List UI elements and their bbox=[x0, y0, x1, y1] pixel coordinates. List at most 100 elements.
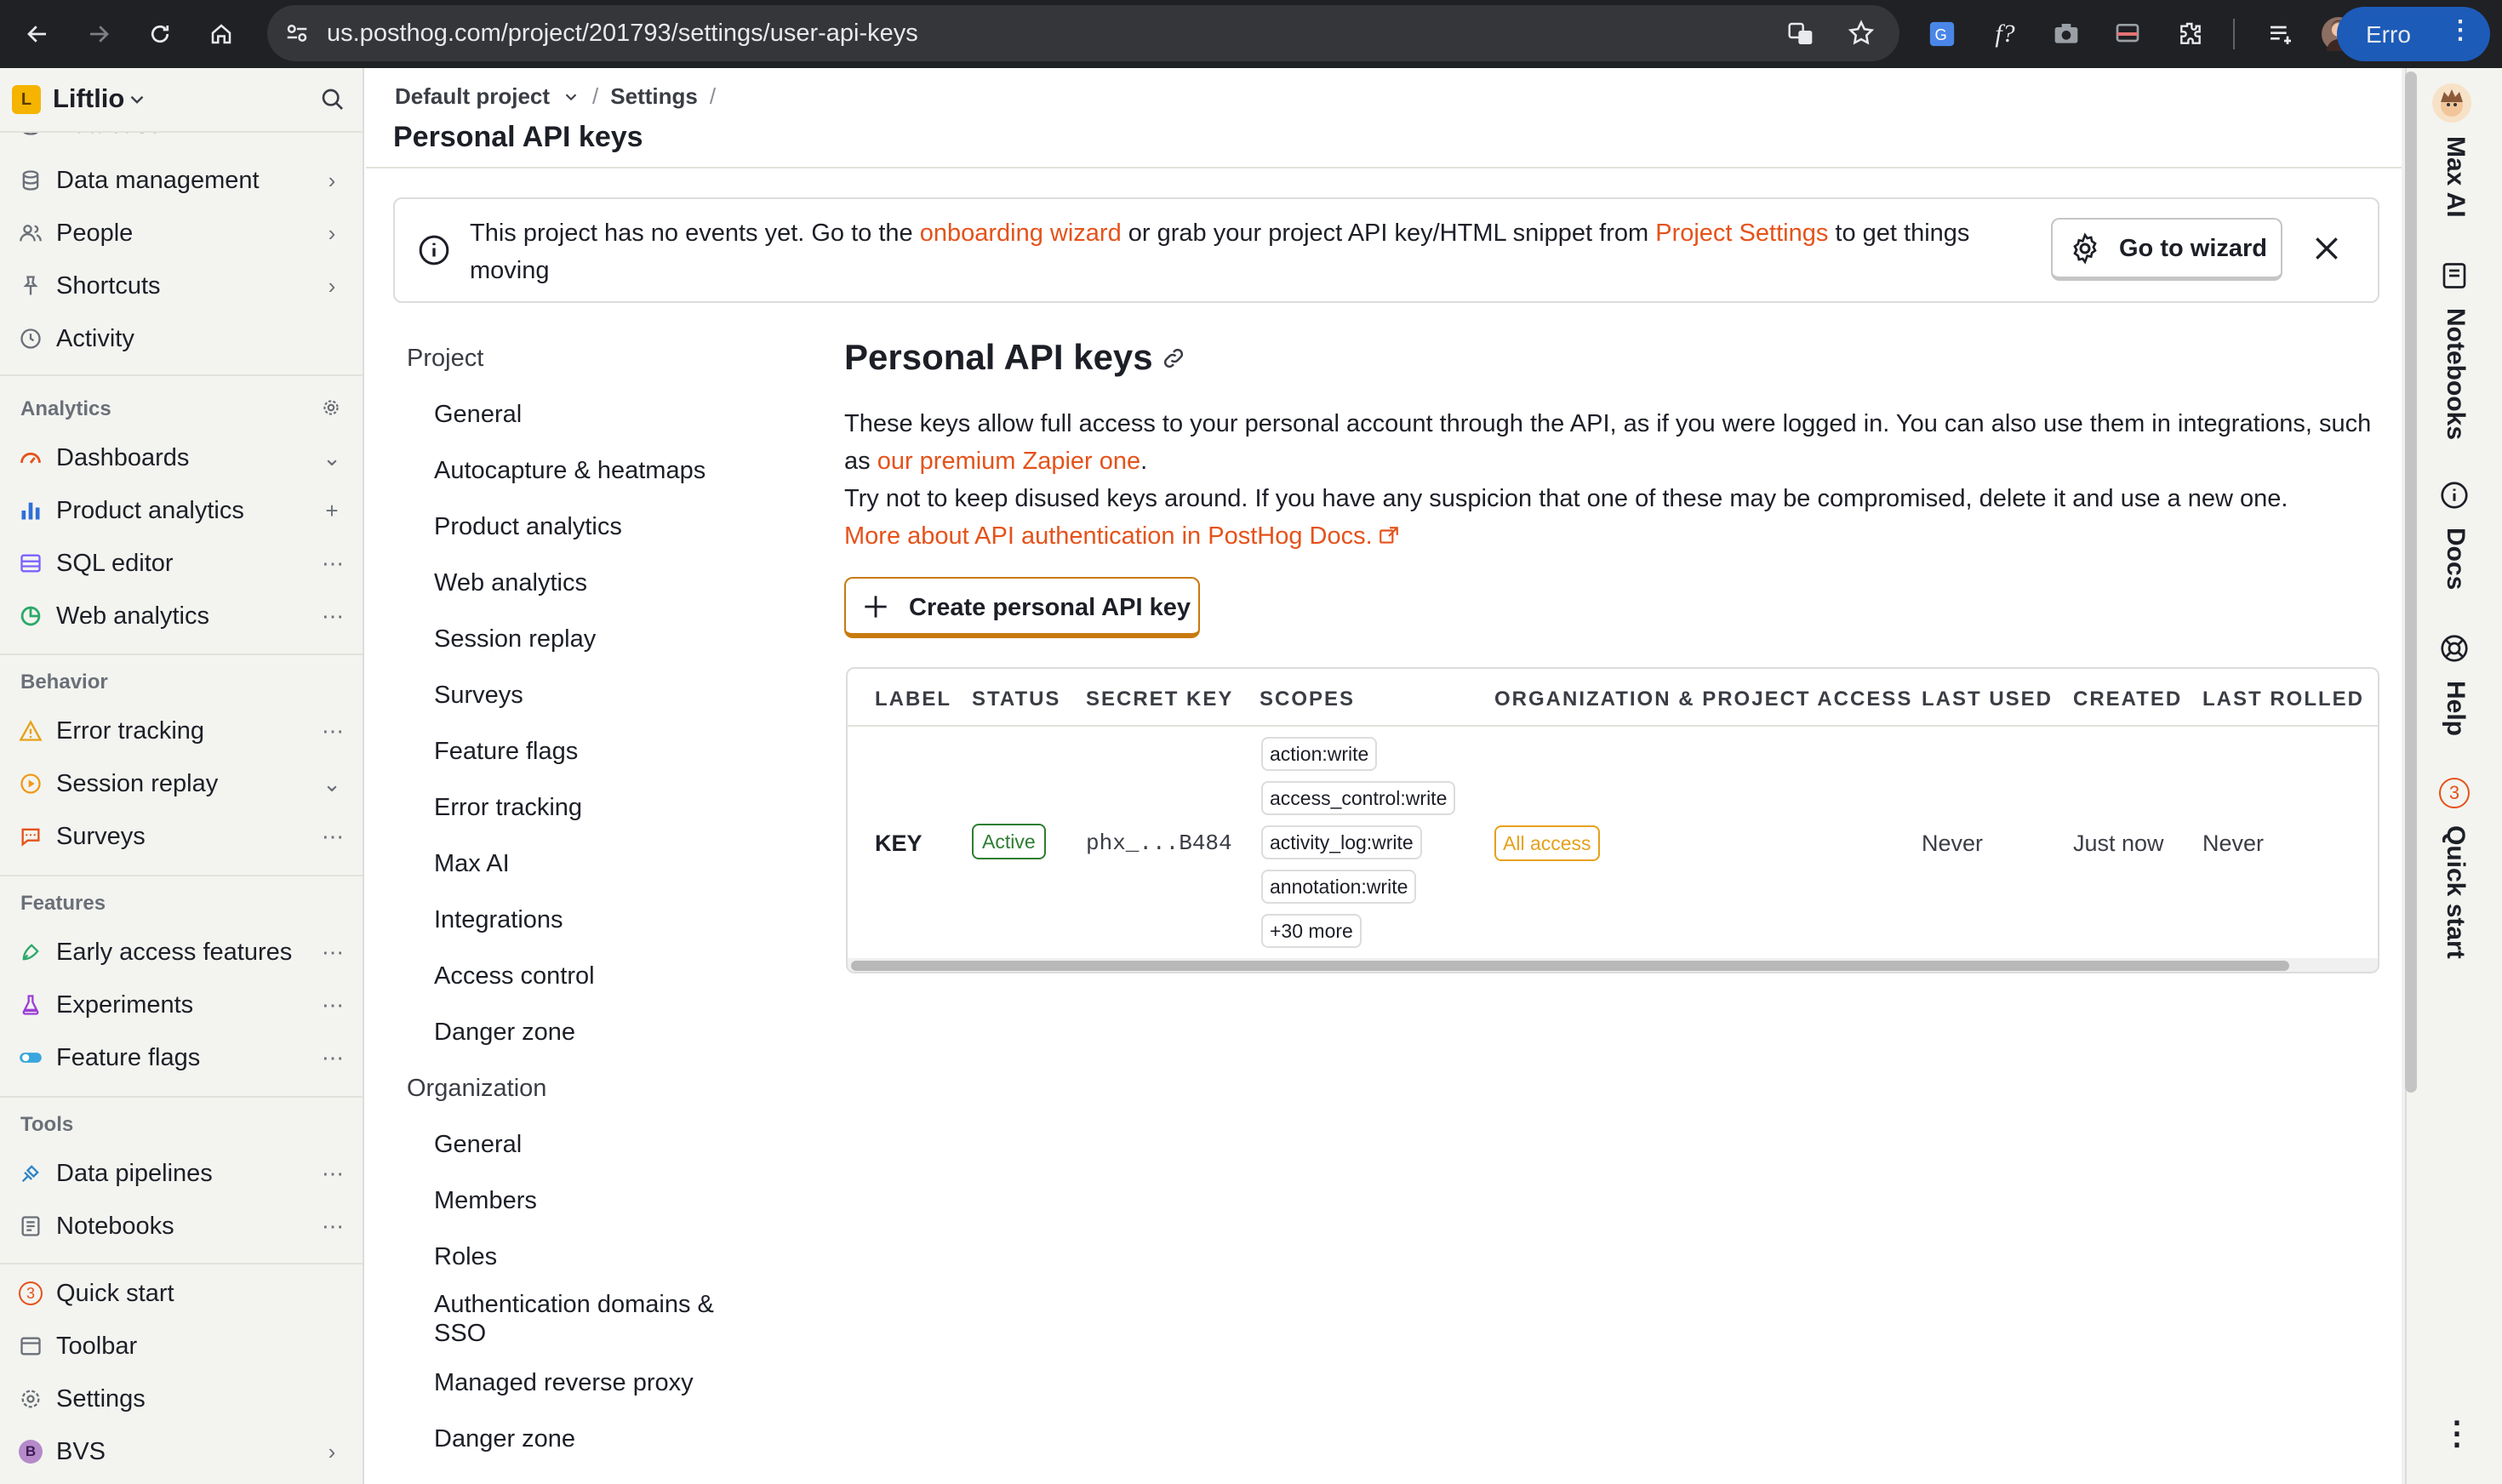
settings-nav-item[interactable]: Surveys bbox=[434, 682, 523, 710]
sidebar-item-dashboards[interactable]: Dashboards ⌄ bbox=[0, 431, 363, 484]
more-horizontal-icon[interactable]: ⋯ bbox=[322, 1047, 344, 1069]
settings-nav-item[interactable]: Max AI bbox=[434, 850, 510, 878]
site-settings-icon[interactable] bbox=[284, 20, 310, 46]
chevron-down-icon[interactable]: ⌄ bbox=[322, 447, 342, 469]
sidebar-item-error-tracking[interactable]: Error tracking ⋯ bbox=[0, 705, 363, 757]
reading-list-icon[interactable] bbox=[2264, 17, 2298, 51]
settings-nav-item[interactable]: Roles bbox=[434, 1243, 497, 1271]
horizontal-scrollbar-thumb[interactable] bbox=[851, 961, 2289, 971]
notebook-icon[interactable] bbox=[2439, 260, 2470, 291]
sidebar-item-shortcuts[interactable]: Shortcuts › bbox=[0, 260, 363, 312]
gear-icon[interactable] bbox=[320, 397, 342, 419]
google-translate-extension-icon[interactable]: G bbox=[1925, 17, 1959, 51]
docs-link[interactable]: More about API authentication in PostHog… bbox=[844, 517, 1373, 555]
sidebar-item-early-access-features[interactable]: Early access features ⋯ bbox=[0, 926, 363, 979]
rail-docs[interactable]: Docs bbox=[2441, 528, 2470, 590]
settings-nav-item[interactable]: Session replay bbox=[434, 625, 596, 654]
sidebar-item-data-management[interactable]: Data management › bbox=[0, 154, 363, 207]
more-horizontal-icon[interactable]: ⋯ bbox=[322, 720, 344, 742]
more-scopes-tag[interactable]: +30 more bbox=[1261, 914, 1362, 948]
extensions-puzzle-icon[interactable] bbox=[2174, 17, 2208, 51]
sidebar-item-surveys[interactable]: Surveys ⋯ bbox=[0, 810, 363, 863]
sidebar-item-people[interactable]: People › bbox=[0, 207, 363, 260]
key-label[interactable]: KEY bbox=[875, 830, 923, 857]
reload-icon[interactable] bbox=[143, 17, 177, 51]
sidebar-item-activity[interactable]: Activity bbox=[0, 312, 363, 365]
translate-icon[interactable] bbox=[1787, 20, 1814, 48]
sidebar-item-web-analytics[interactable]: Web analytics ⋯ bbox=[0, 590, 363, 642]
rail-quick-start[interactable]: Quick start bbox=[2441, 825, 2470, 959]
rail-help[interactable]: Help bbox=[2441, 681, 2470, 736]
rail-max-ai[interactable]: Max AI bbox=[2441, 136, 2470, 218]
more-horizontal-icon[interactable]: ⋯ bbox=[322, 994, 344, 1016]
settings-nav-item[interactable]: Danger zone bbox=[434, 1425, 575, 1453]
address-bar[interactable]: us.posthog.com/project/201793/settings/u… bbox=[267, 5, 1899, 61]
sidebar-item-session-replay[interactable]: Session replay ⌄ bbox=[0, 757, 363, 810]
more-horizontal-icon[interactable]: ⋯ bbox=[322, 552, 344, 574]
column-header[interactable]: CREATED bbox=[2073, 688, 2182, 711]
rail-notebooks[interactable]: Notebooks bbox=[2441, 308, 2470, 440]
column-header[interactable]: SCOPES bbox=[1260, 688, 1355, 711]
settings-nav-item[interactable]: General bbox=[434, 1131, 522, 1159]
sidebar-item-toolbar[interactable]: Toolbar bbox=[0, 1320, 363, 1373]
settings-nav-item[interactable]: Feature flags bbox=[434, 738, 578, 766]
link-icon[interactable] bbox=[1161, 345, 1186, 371]
settings-nav-item[interactable]: Error tracking bbox=[434, 794, 582, 822]
more-horizontal-icon[interactable]: ⋯ bbox=[322, 1162, 344, 1184]
settings-nav-item[interactable]: Members bbox=[434, 1187, 537, 1215]
close-icon[interactable] bbox=[2310, 231, 2344, 265]
sidebar-item-sql-editor[interactable]: SQL editor ⋯ bbox=[0, 537, 363, 590]
column-header[interactable]: ORGANIZATION & PROJECT ACCESS bbox=[1494, 688, 1912, 711]
settings-nav-item[interactable]: Access control bbox=[434, 962, 595, 990]
settings-nav-item[interactable]: Authentication domains & SSO bbox=[434, 1290, 740, 1348]
max-ai-hedgehog-icon[interactable] bbox=[2432, 83, 2471, 123]
profile-button[interactable]: Erro ⋮ bbox=[2337, 7, 2490, 61]
breadcrumb-project[interactable]: Default project bbox=[395, 83, 550, 110]
quick-start-badge[interactable]: 3 bbox=[2439, 778, 2470, 808]
settings-nav-item[interactable]: Managed reverse proxy bbox=[434, 1369, 694, 1397]
settings-nav-item[interactable]: General bbox=[434, 401, 522, 429]
more-horizontal-icon[interactable]: ⋯ bbox=[322, 941, 344, 963]
sidebar-item-experiments[interactable]: Experiments ⋯ bbox=[0, 979, 363, 1031]
vertical-scrollbar-thumb[interactable] bbox=[2405, 71, 2417, 1093]
sidebar-item-quick-start[interactable]: 3 Quick start bbox=[0, 1267, 363, 1320]
project-settings-link[interactable]: Project Settings bbox=[1655, 220, 1828, 247]
column-header[interactable]: LAST ROLLED bbox=[2202, 688, 2364, 711]
bookmark-star-icon[interactable] bbox=[1847, 19, 1876, 48]
go-to-wizard-button[interactable]: Go to wizard bbox=[2051, 218, 2282, 281]
sidebar-item-data-pipelines[interactable]: Data pipelines ⋯ bbox=[0, 1147, 363, 1200]
sidebar-item-notebooks[interactable]: Notebooks ⋯ bbox=[0, 1200, 363, 1253]
chevron-down-icon[interactable] bbox=[562, 88, 580, 106]
settings-nav-item[interactable]: Product analytics bbox=[434, 513, 622, 541]
chevron-down-icon[interactable] bbox=[126, 88, 148, 111]
column-header[interactable]: STATUS bbox=[972, 688, 1060, 711]
function-extension-icon[interactable]: f? bbox=[1988, 17, 2022, 51]
create-personal-api-key-button[interactable]: Create personal API key bbox=[844, 577, 1200, 638]
column-header[interactable]: LABEL bbox=[875, 688, 951, 711]
more-horizontal-icon[interactable]: ⋯ bbox=[322, 825, 344, 848]
info-icon[interactable] bbox=[2439, 480, 2470, 511]
more-horizontal-icon[interactable]: ⋯ bbox=[322, 605, 344, 627]
forward-icon[interactable] bbox=[82, 17, 116, 51]
url-text[interactable]: us.posthog.com/project/201793/settings/u… bbox=[327, 5, 918, 61]
cast-extension-icon[interactable] bbox=[2111, 17, 2145, 51]
more-vertical-icon[interactable]: ⋮ bbox=[2441, 1414, 2473, 1453]
camera-extension-icon[interactable] bbox=[2049, 17, 2083, 51]
home-icon[interactable] bbox=[204, 17, 238, 51]
settings-nav-item[interactable]: Autocapture & heatmaps bbox=[434, 457, 705, 485]
zapier-link[interactable]: our premium Zapier one bbox=[877, 448, 1140, 475]
settings-nav-item[interactable]: Danger zone bbox=[434, 1019, 575, 1047]
settings-nav-item[interactable]: Web analytics bbox=[434, 569, 587, 597]
onboarding-wizard-link[interactable]: onboarding wizard bbox=[920, 220, 1122, 247]
search-icon[interactable] bbox=[318, 85, 346, 112]
horizontal-scrollbar-track[interactable] bbox=[848, 958, 2378, 972]
column-header[interactable]: SECRET KEY bbox=[1086, 688, 1233, 711]
sidebar-item-account[interactable]: B BVS › bbox=[0, 1425, 363, 1478]
chevron-down-icon[interactable]: ⌄ bbox=[322, 773, 342, 795]
lifebuoy-icon[interactable] bbox=[2439, 633, 2470, 664]
more-horizontal-icon[interactable]: ⋯ bbox=[322, 1215, 344, 1237]
column-header[interactable]: LAST USED bbox=[1922, 688, 2053, 711]
sidebar-item-feature-flags[interactable]: Feature flags ⋯ bbox=[0, 1031, 363, 1084]
plus-icon[interactable]: + bbox=[322, 499, 342, 522]
settings-nav-item[interactable]: Integrations bbox=[434, 906, 563, 934]
